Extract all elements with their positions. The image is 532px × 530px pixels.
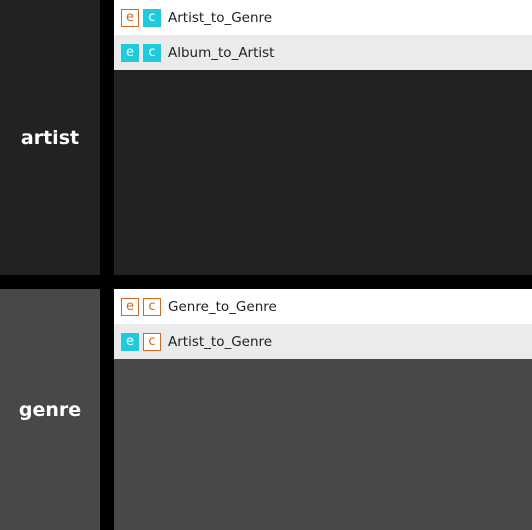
relation-name: Artist_to_Genre [168, 333, 273, 350]
c-toggle[interactable]: c [143, 297, 161, 316]
relation-name: Album_to_Artist [168, 44, 275, 61]
e-toggle[interactable]: e [121, 297, 139, 316]
relation-list: e c Genre_to_Genre e c Artist_to_Genre [114, 289, 532, 530]
e-toggle[interactable]: e [121, 43, 139, 62]
c-toggle[interactable]: c [143, 8, 161, 27]
list-item[interactable]: e c Artist_to_Genre [114, 0, 532, 35]
c-toggle[interactable]: c [143, 332, 161, 351]
list-item[interactable]: e c Genre_to_Genre [114, 289, 532, 324]
e-toggle[interactable]: e [121, 8, 139, 27]
relation-list: e c Artist_to_Genre e c Album_to_Artist [114, 0, 532, 275]
section-title: artist [0, 0, 100, 275]
e-toggle[interactable]: e [121, 332, 139, 351]
section-genre: genre e c Genre_to_Genre e c Artist_to_G… [0, 289, 532, 530]
list-item[interactable]: e c Album_to_Artist [114, 35, 532, 70]
relation-name: Genre_to_Genre [168, 298, 277, 315]
relation-name: Artist_to_Genre [168, 9, 273, 26]
section-title: genre [0, 289, 100, 530]
section-artist: artist e c Artist_to_Genre e c Album_to_… [0, 0, 532, 275]
c-toggle[interactable]: c [143, 43, 161, 62]
list-item[interactable]: e c Artist_to_Genre [114, 324, 532, 359]
